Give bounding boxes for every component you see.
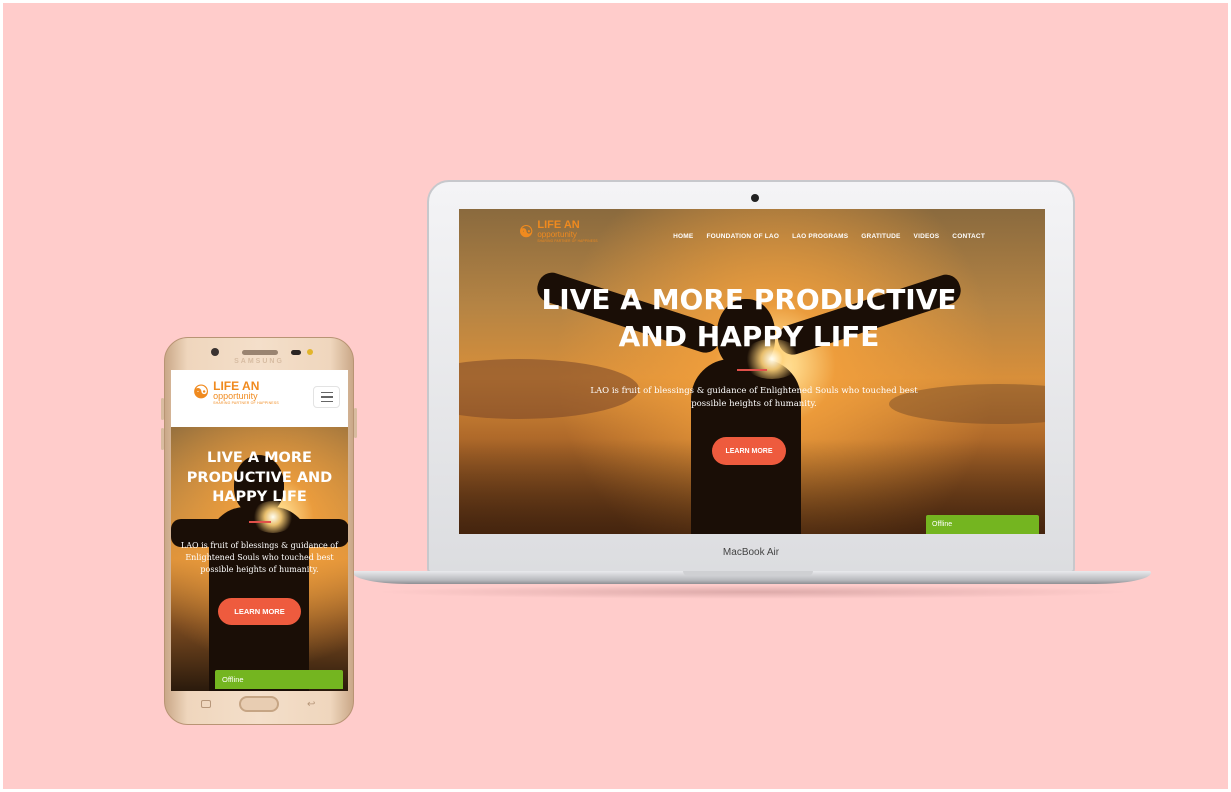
logo-text: LIFE AN opportunity SHARING PARTNER OF H… [213, 380, 279, 406]
phone-front-camera [211, 348, 219, 356]
hero-text-line: possible heights of humanity. [691, 399, 817, 409]
logo-line2: opportunity [537, 230, 577, 239]
phone-speaker [242, 350, 278, 355]
mobile-hero: LIVE A MORE PRODUCTIVE AND HAPPY LIFE LA… [171, 427, 348, 691]
chat-status-widget[interactable]: Offline [926, 515, 1039, 534]
home-button [239, 696, 279, 712]
laptop-screen: ☯ LIFE AN opportunity SHARING PARTNER OF… [459, 209, 1045, 534]
nav-programs[interactable]: LAO PROGRAMS [792, 233, 848, 240]
nav-home[interactable]: HOME [673, 233, 693, 240]
learn-more-button[interactable]: LEARN MORE [218, 598, 301, 625]
phone-screen: ☯ LIFE AN opportunity SHARING PARTNER OF… [171, 370, 348, 691]
laptop-base [353, 571, 1151, 584]
phone-sensor [307, 349, 313, 355]
hero-title-line: HAPPY LIFE [212, 489, 307, 505]
laptop-camera [751, 194, 759, 202]
hero-description: LAO is fruit of blessings & guidance of … [559, 385, 949, 411]
chat-status-widget[interactable]: Offline [215, 670, 343, 689]
logo-tagline: SHARING PARTNER OF HAPPINESS [537, 239, 598, 243]
nav-contact[interactable]: CONTACT [952, 233, 985, 240]
logo-line2: opportunity [213, 391, 258, 401]
logo-text: LIFE AN opportunity SHARING PARTNER OF H… [537, 220, 597, 243]
phone-brand-label: SAMSUNG [234, 358, 284, 365]
hero-divider [737, 369, 767, 371]
meditation-icon: ☯ [519, 223, 534, 241]
hero-divider [249, 521, 271, 523]
logo-tagline: SHARING PARTNER OF HAPPINESS [213, 401, 279, 405]
phone-volume-button [161, 398, 164, 420]
main-nav: HOME FOUNDATION OF LAO LAO PROGRAMS GRAT… [673, 233, 985, 240]
laptop-notch [683, 571, 813, 576]
site-logo[interactable]: ☯ LIFE AN opportunity SHARING PARTNER OF… [519, 220, 598, 243]
hero-title-line: AND HAPPY LIFE [618, 320, 880, 353]
mockup-canvas: ☯ LIFE AN opportunity SHARING PARTNER OF… [3, 3, 1228, 789]
hero-title-line: LIVE A MORE PRODUCTIVE [541, 283, 957, 316]
hero-title: LIVE A MORE PRODUCTIVE AND HAPPY LIFE [499, 281, 999, 355]
phone-sensor [291, 350, 301, 355]
nav-foundation[interactable]: FOUNDATION OF LAO [706, 233, 779, 240]
hero-text-line: LAO is fruit of blessings & guidance of [180, 541, 339, 550]
hero-description: LAO is fruit of blessings & guidance of … [177, 540, 342, 576]
meditation-icon: ☯ [193, 382, 210, 403]
hero-text-line: LAO is fruit of blessings & guidance of … [590, 386, 918, 396]
hamburger-menu-icon[interactable] [313, 386, 340, 408]
recent-apps-icon [201, 700, 211, 708]
nav-gratitude[interactable]: GRATITUDE [861, 233, 900, 240]
mobile-header: ☯ LIFE AN opportunity SHARING PARTNER OF… [171, 370, 348, 427]
site-logo[interactable]: ☯ LIFE AN opportunity SHARING PARTNER OF… [193, 380, 279, 406]
nav-videos[interactable]: VIDEOS [914, 233, 940, 240]
hero-text-line: Enlightened Souls who touched best [185, 553, 334, 562]
laptop-shadow [373, 585, 1133, 599]
back-icon: ↩ [307, 699, 316, 710]
learn-more-button[interactable]: LEARN MORE [712, 437, 786, 465]
hero-title-line: LIVE A MORE [207, 450, 312, 466]
hero-text-line: possible heights of humanity. [200, 565, 319, 574]
phone-device: SAMSUNG ☯ LIFE AN opportunity SHARING PA… [161, 337, 357, 725]
laptop-device: ☯ LIFE AN opportunity SHARING PARTNER OF… [427, 180, 1075, 573]
phone-power-button [354, 408, 357, 438]
laptop-brand-label: MacBook Air [722, 547, 780, 558]
hero-title-line: PRODUCTIVE AND [186, 469, 333, 486]
phone-volume-button [161, 428, 164, 450]
hero-title: LIVE A MORE PRODUCTIVE AND HAPPY LIFE [171, 449, 348, 508]
